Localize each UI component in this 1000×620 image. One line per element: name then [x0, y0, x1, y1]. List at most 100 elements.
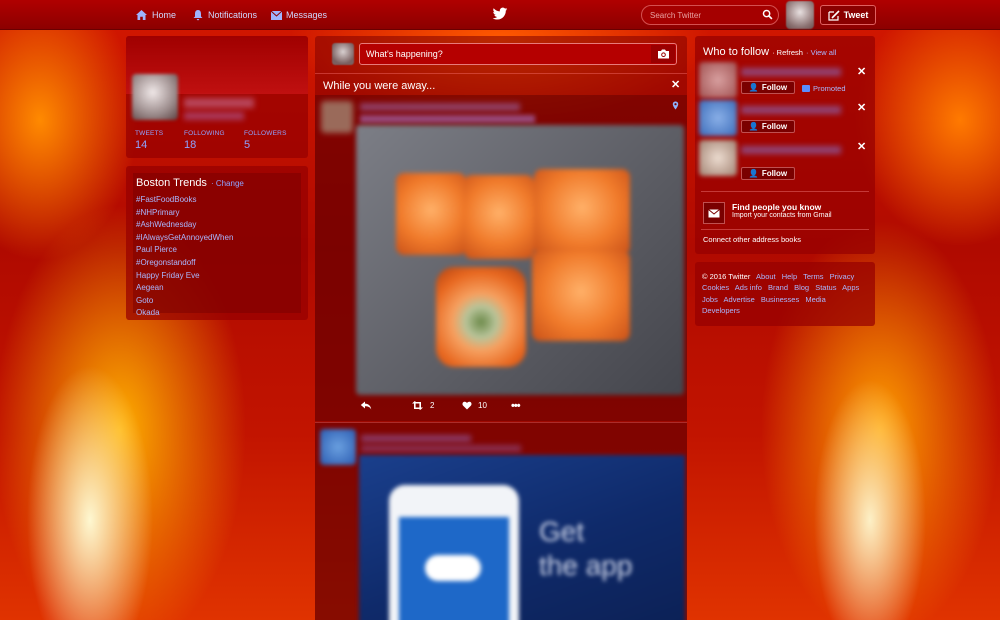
suggestion-item: ✕ 👤 Follow [695, 140, 875, 180]
user-avatar-menu[interactable] [786, 1, 814, 29]
follow-label: Follow [761, 83, 788, 92]
tweet-promo-image[interactable]: Get the app [359, 455, 685, 620]
footer-link[interactable]: Developers [702, 306, 740, 315]
footer-link[interactable]: Apps [842, 283, 859, 292]
tweet-photo[interactable] [356, 125, 684, 395]
tweet-card[interactable]: Get the app [315, 422, 687, 620]
trend-item[interactable]: Okada [136, 307, 233, 320]
compose-box[interactable]: What's happening? [359, 43, 677, 65]
footer-link[interactable]: Jobs [702, 295, 718, 304]
trend-item[interactable]: Aegean [136, 282, 233, 295]
trend-item[interactable]: #AshWednesday [136, 219, 233, 232]
suggestion-name[interactable] [741, 106, 841, 114]
find-people-subtitle: Import your contacts from Gmail [732, 212, 832, 219]
profile-name[interactable] [184, 98, 254, 108]
tweet-text [360, 115, 535, 123]
footer-link[interactable]: Status [815, 283, 836, 292]
divider [701, 191, 869, 192]
mail-icon[interactable] [703, 202, 725, 224]
footer-link[interactable]: About [756, 272, 776, 281]
follow-button[interactable]: 👤 Follow [741, 81, 795, 94]
suggestion-avatar[interactable] [699, 62, 737, 98]
add-user-icon: 👤 [748, 83, 759, 92]
stat-following[interactable]: FOLLOWING 18 [184, 130, 225, 151]
more-icon[interactable]: ••• [511, 400, 521, 412]
add-photo-button[interactable] [651, 45, 675, 63]
stat-following-value: 18 [184, 139, 197, 151]
retweet-button[interactable]: 2 [411, 401, 434, 410]
suggestion-name[interactable] [741, 68, 841, 76]
stat-followers-label: FOLLOWERS [244, 130, 287, 137]
like-button[interactable]: 10 [462, 401, 487, 410]
nav-messages[interactable]: Messages [270, 8, 327, 22]
footer-link[interactable]: Businesses [761, 295, 799, 304]
close-icon[interactable]: ✕ [857, 67, 866, 78]
who-to-follow-module: Who to follow · Refresh · View all ✕ 👤 Fo… [695, 36, 875, 254]
timeline-column: What's happening? While you were away...… [315, 36, 687, 620]
stat-following-label: FOLLOWING [184, 130, 225, 137]
promo-text-app: the app [539, 550, 633, 581]
bell-icon [193, 10, 203, 21]
who-to-follow-header: Who to follow · Refresh · View all [703, 46, 836, 58]
trend-list: #FastFoodBooks #NHPrimary #AshWednesday … [136, 194, 233, 320]
footer-link[interactable]: Brand [768, 283, 788, 292]
while-you-were-away-header: While you were away... ✕ [315, 73, 687, 95]
footer-link[interactable]: Blog [794, 283, 809, 292]
stat-followers[interactable]: FOLLOWERS 5 [244, 130, 287, 151]
follow-button[interactable]: 👤 Follow [741, 120, 795, 133]
location-pin-icon[interactable] [672, 101, 679, 110]
trend-item[interactable]: Goto [136, 295, 233, 308]
connect-address-books-link[interactable]: Connect other address books [703, 235, 801, 244]
close-icon[interactable]: ✕ [671, 80, 680, 91]
follow-button[interactable]: 👤 Follow [741, 167, 795, 180]
close-icon[interactable]: ✕ [857, 103, 866, 114]
tweet-author-avatar[interactable] [320, 429, 356, 465]
suggestion-avatar[interactable] [699, 100, 737, 136]
footer-module: © 2016 Twitter About Help Terms Privacy … [695, 262, 875, 326]
trend-item[interactable]: #FastFoodBooks [136, 194, 233, 207]
nav-home-label: Home [152, 10, 177, 20]
view-all-link[interactable]: · View all [806, 48, 836, 57]
profile-handle[interactable] [184, 112, 244, 120]
search-icon[interactable] [762, 9, 773, 20]
footer-link[interactable]: Ads info [735, 283, 762, 292]
tweet-card[interactable]: 2 10 ••• [315, 95, 687, 421]
retweet-count: 2 [430, 401, 435, 410]
follow-label: Follow [761, 122, 788, 131]
tweet-author-avatar[interactable] [321, 101, 353, 133]
tweet-button[interactable]: Tweet [820, 5, 876, 25]
footer-link[interactable]: Media [805, 295, 825, 304]
footer-link[interactable]: Terms [803, 272, 823, 281]
trend-item[interactable]: Paul Pierce [136, 244, 233, 257]
search-input[interactable] [650, 9, 760, 22]
retweet-icon [412, 401, 423, 410]
profile-avatar[interactable] [132, 74, 178, 120]
footer-link[interactable]: Advertise [724, 295, 755, 304]
refresh-link[interactable]: · Refresh [772, 48, 803, 57]
reply-icon [360, 401, 372, 410]
close-icon[interactable]: ✕ [857, 142, 866, 153]
reply-button[interactable] [360, 401, 372, 410]
find-people-link[interactable]: Find people you know [732, 202, 821, 212]
footer-link[interactable]: Cookies [702, 283, 729, 292]
tweet-author-name[interactable] [361, 435, 471, 442]
trend-item[interactable]: #IAlwaysGetAnnoyedWhen [136, 232, 233, 245]
suggestion-name[interactable] [741, 146, 841, 154]
search-box[interactable] [641, 5, 779, 25]
stat-tweets[interactable]: TWEETS 14 [135, 130, 163, 151]
nav-home[interactable]: Home [135, 8, 176, 22]
trends-change-link[interactable]: · Change [211, 179, 244, 188]
nav-notifications[interactable]: Notifications [192, 8, 257, 22]
compose-avatar [332, 43, 354, 65]
trend-item[interactable]: #NHPrimary [136, 207, 233, 220]
who-to-follow-title: Who to follow [703, 46, 770, 58]
trend-item[interactable]: Happy Friday Eve [136, 270, 233, 283]
footer-link[interactable]: Help [782, 272, 797, 281]
suggestion-avatar[interactable] [699, 140, 737, 176]
twitter-bird-icon[interactable] [492, 6, 508, 22]
trend-item[interactable]: #Oregonstandoff [136, 257, 233, 270]
suggestion-item: ✕ 👤 Follow Promoted [695, 62, 875, 102]
copyright: © 2016 Twitter [702, 272, 751, 281]
tweet-author-name[interactable] [360, 103, 520, 111]
footer-link[interactable]: Privacy [830, 272, 855, 281]
